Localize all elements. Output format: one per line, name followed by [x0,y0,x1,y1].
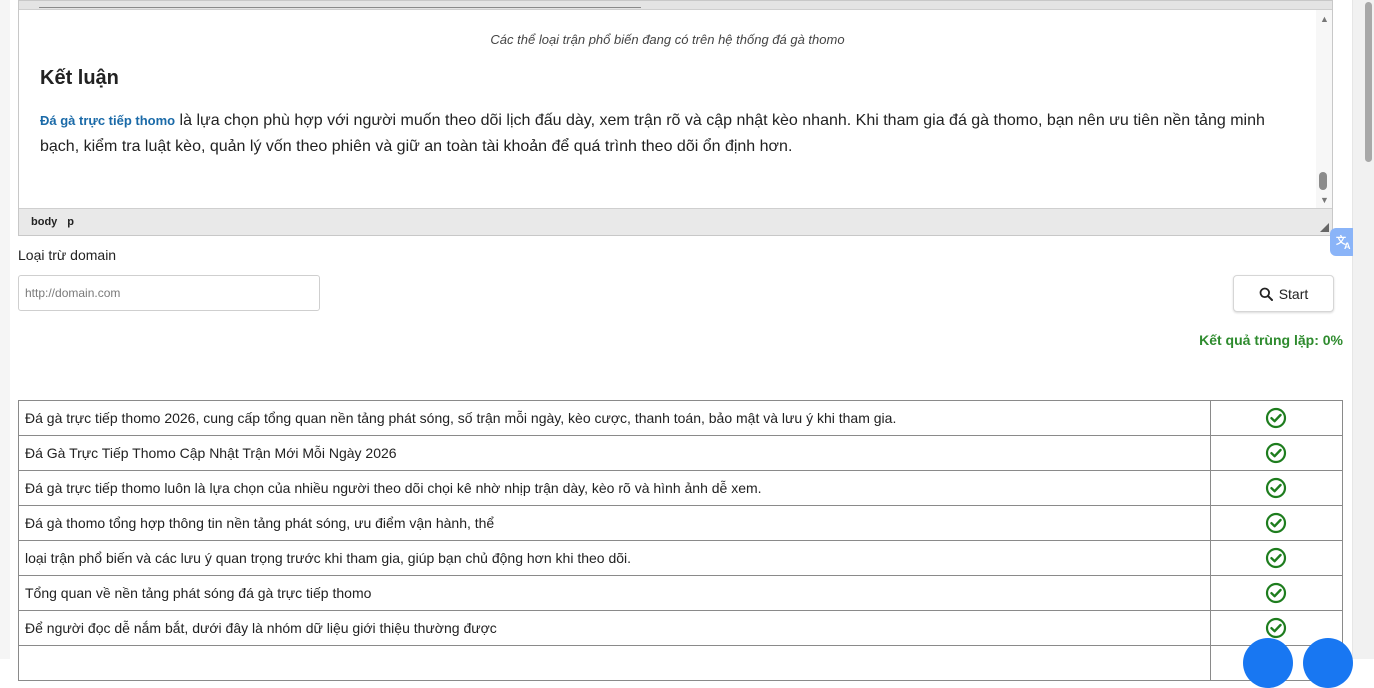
messenger-button[interactable] [1303,638,1353,688]
sentence-cell: Đá Gà Trực Tiếp Thomo Cập Nhật Trận Mới … [18,435,1211,471]
rich-text-editor[interactable]: Các thể loại trận phổ biến đang có trên … [18,0,1333,236]
path-p[interactable]: p [67,216,74,228]
check-circle-icon [1266,477,1287,499]
editor-content[interactable]: Các thể loại trận phổ biến đang có trên … [19,10,1316,208]
editor-statusbar: body p [19,208,1332,235]
path-body[interactable]: body [31,216,57,228]
status-cell [1209,470,1344,506]
status-cell [1209,435,1344,471]
sentence-cell [18,645,1211,681]
table-row: loại trận phổ biến và các lưu ý quan trọ… [18,540,1344,576]
article-link[interactable]: Đá gà trực tiếp thomo [40,113,175,128]
check-circle-icon [1266,442,1287,464]
check-circle-icon [1266,512,1287,534]
sentence-cell: Đá gà thomo tổng hợp thông tin nền tảng … [18,505,1211,541]
page-left-gutter [0,0,10,659]
status-cell [1209,540,1344,576]
scroll-up-icon[interactable]: ▲ [1320,14,1329,24]
table-row: Đá Gà Trực Tiếp Thomo Cập Nhật Trận Mới … [18,435,1344,471]
start-button[interactable]: Start [1233,275,1334,312]
check-circle-icon [1266,582,1287,604]
exclude-domain-label: Loại trừ domain [18,247,117,263]
editor-toolbar-edge [19,1,1332,10]
start-button-label: Start [1278,285,1309,302]
resize-handle-icon[interactable] [1320,223,1329,232]
table-row: Đá gà trực tiếp thomo luôn là lựa chọn c… [18,470,1344,506]
check-circle-icon [1266,617,1287,639]
table-row: Đá gà thomo tổng hợp thông tin nền tảng … [18,505,1344,541]
status-cell [1209,400,1344,436]
search-icon [1259,287,1273,301]
table-row: Tổng quan về nền tảng phát sóng đá gà tr… [18,575,1344,611]
table-row: Để người đọc dễ nắm bắt, dưới đây là nhó… [18,610,1344,646]
page-scrollbar[interactable] [1353,0,1374,659]
image-caption: Các thể loại trận phổ biến đang có trên … [490,32,845,47]
sentence-cell: loại trận phổ biến và các lưu ý quan trọ… [18,540,1211,576]
table-row [18,645,1344,681]
svg-text:A: A [1344,241,1351,251]
table-row: Đá gà trực tiếp thomo 2026, cung cấp tổn… [18,400,1344,436]
element-path: body p [31,216,84,228]
sentence-cell: Đá gà trực tiếp thomo luôn là lựa chọn c… [18,470,1211,506]
conclusion-paragraph: Đá gà trực tiếp thomo là lựa chọn phù hợ… [40,108,1298,160]
sentence-cell: Để người đọc dễ nắm bắt, dưới đây là nhó… [18,610,1211,646]
duplicate-result: Kết quả trùng lặp: 0% [1199,332,1343,348]
status-cell [1209,575,1344,611]
chat-button[interactable] [1243,638,1293,688]
exclude-domain-input[interactable] [18,275,320,311]
scroll-down-icon[interactable]: ▼ [1320,195,1329,205]
conclusion-heading: Kết luận [40,67,119,89]
check-circle-icon [1266,407,1287,429]
results-table: Đá gà trực tiếp thomo 2026, cung cấp tổn… [18,400,1344,681]
check-circle-icon [1266,547,1287,569]
editor-scrollbar[interactable]: ▲ ▼ [1316,10,1332,208]
editor-scroll-thumb[interactable] [1319,172,1327,190]
sentence-cell: Đá gà trực tiếp thomo 2026, cung cấp tổn… [18,400,1211,436]
status-cell [1209,505,1344,541]
sentence-cell: Tổng quan về nền tảng phát sóng đá gà tr… [18,575,1211,611]
page-scroll-thumb[interactable] [1365,2,1372,162]
paragraph-text: là lựa chọn phù hợp với người muốn theo … [40,112,1265,155]
